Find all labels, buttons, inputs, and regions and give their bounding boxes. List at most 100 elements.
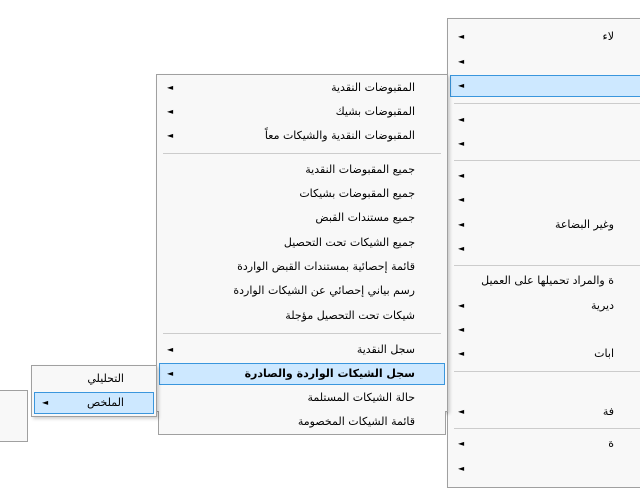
arrow-left-icon: ◄ <box>458 301 465 310</box>
receipts-item-label: المقبوضات النقدية والشيكات معاً <box>264 129 415 142</box>
register-item-summary[interactable]: ◄ الملخص <box>34 392 154 414</box>
main-menu-item-label: وغير البضاعة <box>554 218 614 231</box>
receipts-item-label: جميع المقبوضات بشيكات <box>299 187 415 200</box>
receipts-item-cheque[interactable]: ◄ المقبوضات بشيك <box>159 101 445 123</box>
arrow-left-icon <box>167 305 175 327</box>
menu-separator <box>454 103 640 104</box>
receipts-item-received-status[interactable]: حالة الشيكات المستلمة <box>159 387 445 409</box>
register-item-analytical[interactable]: التحليلي <box>34 368 154 390</box>
arrow-left-icon: ◄ <box>458 464 465 473</box>
main-menu-item-17[interactable]: ◄ <box>450 458 640 480</box>
menu-separator <box>454 265 640 266</box>
receipts-item-label: قائمة الشيكات المخصومة <box>297 415 415 428</box>
receipts-item-label: المقبوضات بشيك <box>335 105 415 118</box>
main-menu-item-7[interactable]: ◄ <box>450 189 640 211</box>
register-item-label: الملخص <box>87 396 124 409</box>
cheque-register-submenu: التحليلي ◄ الملخص <box>31 365 157 417</box>
arrow-left-icon <box>167 256 175 278</box>
main-menu-item-4[interactable]: ◄ <box>450 109 640 131</box>
arrow-left-icon: ◄ <box>458 57 465 66</box>
main-menu-item-2[interactable]: ◄ <box>450 51 640 73</box>
receipts-item-label: قائمة إحصائية بمستندات القبض الواردة <box>237 260 415 273</box>
receipts-item-label: حالة الشيكات المستلمة <box>307 391 415 404</box>
receipts-item-postdated[interactable]: شيكات تحت التحصيل مؤجلة <box>159 305 445 327</box>
arrow-left-icon: ◄ <box>167 369 174 378</box>
main-menu-item-11[interactable]: ◄ ديرية <box>450 295 640 317</box>
receipts-item-label: شيكات تحت التحصيل مؤجلة <box>285 309 415 322</box>
arrow-left-icon <box>167 207 175 229</box>
arrow-left-icon <box>458 270 466 292</box>
receipts-item-cheque-register[interactable]: ◄ سجل الشيكات الواردة والصادرة <box>159 363 445 385</box>
receipts-item-stats-list[interactable]: قائمة إحصائية بمستندات القبض الواردة <box>159 256 445 278</box>
receipts-item-all-cheques[interactable]: جميع المقبوضات بشيكات <box>159 183 445 205</box>
arrow-left-icon <box>167 159 175 181</box>
arrow-left-icon <box>167 411 175 433</box>
arrow-left-icon: ◄ <box>458 407 465 416</box>
main-menu-item-6[interactable]: ◄ <box>450 165 640 187</box>
receipts-item-cash[interactable]: ◄ المقبوضات النقدية <box>159 77 445 99</box>
receipts-item-discounted-list[interactable]: قائمة الشيكات المخصومة <box>158 411 446 435</box>
menu-separator <box>454 160 640 161</box>
arrow-left-icon: ◄ <box>458 171 465 180</box>
main-menu-item-14[interactable] <box>450 377 640 399</box>
receipts-item-stats-chart[interactable]: رسم بياني إحصائي عن الشيكات الواردة <box>159 280 445 302</box>
main-menu-item-13[interactable]: ◄ ابات <box>450 343 640 365</box>
main-menu-item-12[interactable]: ◄ <box>450 319 640 341</box>
arrow-left-icon: ◄ <box>458 115 465 124</box>
receipts-item-cash-and-cheques[interactable]: ◄ المقبوضات النقدية والشيكات معاً <box>159 125 445 147</box>
receipts-item-all-documents[interactable]: جميع مستندات القبض <box>159 207 445 229</box>
arrow-left-icon: ◄ <box>167 345 174 354</box>
main-menu-item-1[interactable]: ◄ لاء <box>450 26 640 48</box>
register-item-label: التحليلي <box>87 372 124 385</box>
summary-submenu-edge <box>0 390 28 442</box>
main-menu-item-8[interactable]: ◄ وغير البضاعة <box>450 214 640 236</box>
arrow-left-icon: ◄ <box>458 81 465 90</box>
receipts-submenu: ◄ المقبوضات النقدية ◄ المقبوضات بشيك ◄ المق… <box>156 74 448 412</box>
arrow-left-icon <box>167 387 175 409</box>
receipts-item-label: رسم بياني إحصائي عن الشيكات الواردة <box>233 284 415 297</box>
main-menu-item-10[interactable]: ة والمراد تحميلها على العميل <box>450 270 640 292</box>
arrow-left-icon <box>458 377 466 399</box>
arrow-left-icon: ◄ <box>167 131 174 140</box>
arrow-left-icon: ◄ <box>458 349 465 358</box>
receipts-item-label: سجل النقدية <box>356 343 415 356</box>
main-menu-item-label: ديرية <box>591 299 614 312</box>
arrow-left-icon: ◄ <box>458 244 465 253</box>
receipts-item-label: جميع مستندات القبض <box>315 211 415 224</box>
receipts-item-label: المقبوضات النقدية <box>331 81 415 94</box>
menu-separator <box>163 153 441 154</box>
arrow-left-icon: ◄ <box>458 325 465 334</box>
main-menu-item-label: فة <box>602 405 614 418</box>
main-menu-item-label: لاء <box>602 30 614 43</box>
main-menu-item-label: ة <box>608 437 614 450</box>
main-menu-item-9[interactable]: ◄ <box>450 238 640 260</box>
menu-separator <box>454 371 640 372</box>
main-menu-item-15[interactable]: ◄ فة <box>450 401 640 423</box>
main-menu-item-label: ابات <box>594 347 614 360</box>
main-menu: ◄ لاء ◄ ◄ ◄ ◄ ◄ ◄ ◄ وغير البضاعة ◄ ة والمر… <box>447 18 640 488</box>
arrow-left-icon: ◄ <box>167 107 174 116</box>
arrow-left-icon: ◄ <box>458 139 465 148</box>
arrow-left-icon: ◄ <box>458 220 465 229</box>
arrow-left-icon: ◄ <box>167 83 174 92</box>
main-menu-item-label: ة والمراد تحميلها على العميل <box>481 274 614 287</box>
receipts-item-label: جميع الشيكات تحت التحصيل <box>283 236 415 249</box>
receipts-item-all-collection[interactable]: جميع الشيكات تحت التحصيل <box>159 232 445 254</box>
arrow-left-icon: ◄ <box>42 398 49 407</box>
arrow-left-icon <box>167 280 175 302</box>
arrow-left-icon: ◄ <box>458 32 465 41</box>
main-menu-item-5[interactable]: ◄ <box>450 133 640 155</box>
receipts-item-label: جميع المقبوضات النقدية <box>305 163 415 176</box>
main-menu-item-16[interactable]: ◄ ة <box>450 433 640 455</box>
arrow-left-icon: ◄ <box>458 439 465 448</box>
arrow-left-icon <box>167 232 175 254</box>
receipts-item-cash-register[interactable]: ◄ سجل النقدية <box>159 339 445 361</box>
main-menu-item-3[interactable]: ◄ <box>450 75 640 97</box>
menu-separator <box>454 428 640 429</box>
menu-separator <box>163 333 441 334</box>
arrow-left-icon <box>42 368 50 390</box>
arrow-left-icon: ◄ <box>458 195 465 204</box>
arrow-left-icon <box>167 183 175 205</box>
receipts-item-label: سجل الشيكات الواردة والصادرة <box>244 367 415 380</box>
receipts-item-all-cash[interactable]: جميع المقبوضات النقدية <box>159 159 445 181</box>
